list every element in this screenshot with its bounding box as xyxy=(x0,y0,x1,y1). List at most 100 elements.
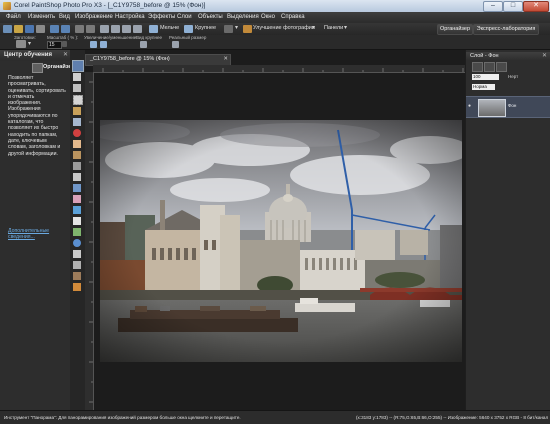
learning-center-panel: Центр обучения ✕ Органайзер Позволяет пр… xyxy=(0,50,75,410)
more-info-link[interactable]: Дополнительные сведения... xyxy=(8,228,64,241)
status-image-info: (x:3183 y:1783) -- (R:75,G:65,B:66,O:255… xyxy=(356,415,549,420)
tab-organizer[interactable]: Органайзер xyxy=(437,24,473,35)
minimize-button[interactable]: – xyxy=(483,1,503,12)
zoom-out-option-icon[interactable] xyxy=(100,41,107,48)
presets-dropdown-icon[interactable]: ▾ xyxy=(28,40,31,47)
preset-shape-icon[interactable] xyxy=(73,239,81,247)
actual-size-icon[interactable] xyxy=(122,25,131,33)
close-icon[interactable]: ✕ xyxy=(223,55,228,64)
straighten-tool-icon[interactable] xyxy=(73,118,81,126)
layer-row-background[interactable]: ● Фон xyxy=(466,96,550,118)
scratch-remover-icon[interactable] xyxy=(73,162,81,170)
enhance-photo-icon[interactable] xyxy=(243,25,252,33)
fill-icon[interactable] xyxy=(73,206,81,214)
document-window: _C1Y9758_before @ 15% (Фон) ✕ xyxy=(85,50,465,410)
layer-properties-icon[interactable] xyxy=(484,62,495,72)
visibility-eye-icon[interactable]: ● xyxy=(468,103,471,109)
menu-selections[interactable]: Выделения xyxy=(227,14,259,20)
tab-express-lab[interactable]: Экспресс-лаборатория xyxy=(473,24,539,35)
selection-tool-icon[interactable] xyxy=(73,95,83,105)
layer-name: Фон xyxy=(508,103,517,108)
learning-center-title: Центр обучения xyxy=(4,52,52,58)
paste-icon[interactable] xyxy=(86,25,95,33)
undo-icon[interactable] xyxy=(50,25,59,33)
redo-icon[interactable] xyxy=(61,25,70,33)
zoom-input[interactable]: 15 xyxy=(47,41,62,49)
layers-title: Слой - Фон xyxy=(470,53,499,59)
paint-brush-icon[interactable] xyxy=(73,184,81,192)
zoom-out-label[interactable]: Мельче xyxy=(160,25,179,31)
menu-view[interactable]: Вид xyxy=(59,14,70,20)
actual-size-option-icon[interactable] xyxy=(172,41,179,48)
status-hint: Инструмент "Панорама": Для панорамирован… xyxy=(4,415,241,420)
pen-tool-icon[interactable] xyxy=(73,228,81,236)
pick-tool-icon[interactable] xyxy=(73,73,81,81)
layers-panel: Слой - Фон ✕ 100 Нерт Норма ● Фон xyxy=(466,50,550,410)
move-tool-icon[interactable] xyxy=(73,84,81,92)
color-replacer-icon[interactable] xyxy=(73,283,81,291)
red-eye-tool-icon[interactable] xyxy=(73,129,81,137)
menu-file[interactable]: Файл xyxy=(6,14,21,20)
panels-dropdown-icon[interactable]: ▾ xyxy=(344,24,347,31)
zoom-spinner[interactable] xyxy=(62,41,67,47)
document-tab-title: _C1Y9758_before @ 15% (Фон) xyxy=(90,56,170,62)
panels-menu[interactable]: Панели xyxy=(324,25,343,31)
smudge-icon[interactable] xyxy=(73,272,81,280)
view-larger-icon[interactable] xyxy=(140,41,147,48)
zoom-out-icon[interactable] xyxy=(149,25,158,33)
layer-group-icon[interactable] xyxy=(496,62,507,72)
layer-thumbnail xyxy=(478,99,506,117)
menu-layers[interactable]: Слои xyxy=(177,14,192,20)
object-remover-icon[interactable] xyxy=(73,173,81,181)
script-dropdown-icon[interactable]: ▾ xyxy=(235,24,238,31)
print-icon[interactable] xyxy=(36,25,45,33)
tools-toolbar xyxy=(70,50,86,410)
menu-objects[interactable]: Объекты xyxy=(198,14,223,20)
new-file-icon[interactable] xyxy=(3,25,12,33)
script-icon[interactable] xyxy=(224,25,233,33)
title-bar: Corel PaintShop Photo Pro X3 - [_C1Y9758… xyxy=(0,0,550,12)
crop-tool-icon[interactable] xyxy=(73,107,81,115)
copy-icon[interactable] xyxy=(75,25,84,33)
menu-image[interactable]: Изображение xyxy=(75,14,113,20)
maximize-button[interactable]: □ xyxy=(503,1,523,12)
opacity-input[interactable]: 100 xyxy=(472,74,499,80)
organizer-icon xyxy=(32,63,43,73)
enhance-dropdown-icon[interactable]: ▾ xyxy=(312,24,315,31)
image-canvas[interactable] xyxy=(100,120,462,362)
enhance-photo-menu[interactable]: Улучшение фотографии xyxy=(253,25,315,31)
clone-brush-icon[interactable] xyxy=(73,151,81,159)
dropper-icon[interactable] xyxy=(73,250,81,258)
zoom-in-label[interactable]: Крупнее xyxy=(195,25,216,31)
ruler-vertical xyxy=(85,72,94,410)
zoom-label: Масштаб ( % ): xyxy=(47,35,79,40)
menu-adjust[interactable]: Настройка xyxy=(115,14,145,20)
menu-help[interactable]: Справка xyxy=(281,14,305,20)
eraser-icon[interactable] xyxy=(73,195,81,203)
fit-window-icon[interactable] xyxy=(111,25,120,33)
ruler-horizontal xyxy=(93,65,465,73)
new-layer-icon[interactable] xyxy=(472,62,483,72)
open-folder-icon[interactable] xyxy=(14,25,23,33)
lighten-darken-icon[interactable] xyxy=(73,261,81,269)
close-icon[interactable]: ✕ xyxy=(63,51,68,58)
menu-edit[interactable]: Изменить xyxy=(28,14,55,20)
menu-window[interactable]: Окно xyxy=(261,14,275,20)
zoom-in-out-label: Увеличение/уменьшение xyxy=(84,35,137,40)
learning-center-header: Центр обучения ✕ xyxy=(0,50,70,61)
makeover-tool-icon[interactable] xyxy=(73,140,81,148)
menu-effects[interactable]: Эффекты xyxy=(148,14,175,20)
close-icon[interactable]: ✕ xyxy=(542,52,547,59)
close-button[interactable]: ✕ xyxy=(523,1,549,12)
full-screen-icon[interactable] xyxy=(100,25,109,33)
window-title: Corel PaintShop Photo Pro X3 - [_C1Y9758… xyxy=(14,2,206,9)
save-icon[interactable] xyxy=(25,25,34,33)
browse-icon[interactable] xyxy=(133,25,142,33)
hand-presets-icon[interactable] xyxy=(16,40,26,48)
text-tool-icon[interactable] xyxy=(73,217,81,225)
zoom-in-option-icon[interactable] xyxy=(90,41,97,48)
opacity-label: Нерт xyxy=(508,74,519,79)
pan-tool-icon[interactable] xyxy=(72,60,84,72)
blend-mode-select[interactable]: Норма xyxy=(472,84,495,90)
zoom-in-icon[interactable] xyxy=(184,25,193,33)
